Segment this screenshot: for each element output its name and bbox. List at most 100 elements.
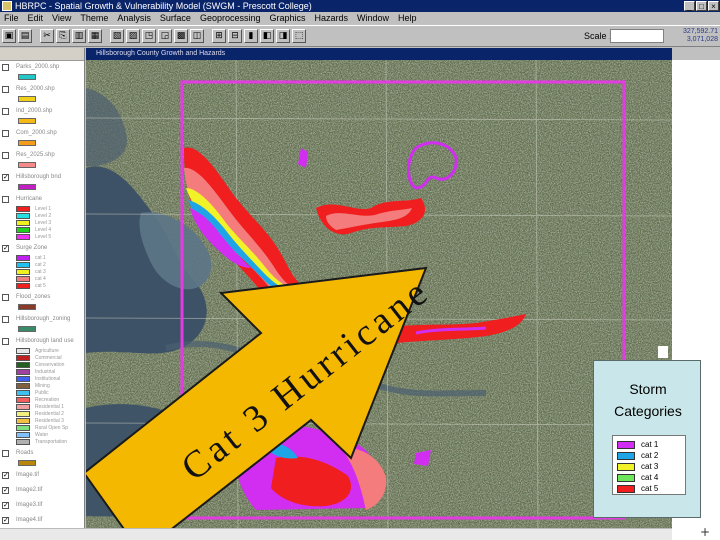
coordinate-readout: 327,592.71 3,071,028 — [676, 28, 718, 44]
storm-legend-title: Storm Categories — [594, 378, 702, 422]
layer-visibility-checkbox[interactable] — [2, 316, 9, 323]
menu-geoprocessing[interactable]: Geoprocessing — [200, 12, 261, 24]
minimize-button[interactable]: _ — [684, 1, 695, 11]
legend-swatch — [16, 227, 30, 233]
scroll-marker[interactable] — [658, 346, 668, 358]
layer-visibility-checkbox[interactable] — [2, 108, 9, 115]
layer-name: Image4.tif — [16, 517, 43, 523]
toolbar-button-8[interactable]: ▨ — [126, 29, 140, 43]
legend-swatch — [16, 369, 30, 375]
layer-swatch — [18, 140, 36, 146]
toolbar-buttons: ▣ ▤ ✂ ⎘ ▥ ▦ ▧ ▨ ◳ ◲ ▩ ◫ ⊞ ⊟ ▮ ◧ ◨ ⬚ — [2, 29, 308, 43]
layer-visibility-checkbox[interactable] — [2, 196, 9, 203]
menu-graphics[interactable]: Graphics — [270, 12, 306, 24]
toolbar-button-13[interactable]: ⊞ — [212, 29, 226, 43]
coord-y: 3,071,028 — [686, 36, 718, 43]
storm-swatch — [617, 474, 635, 482]
menu-view[interactable]: View — [52, 12, 71, 24]
legend-swatch — [16, 213, 30, 219]
legend-swatch — [16, 255, 30, 261]
layer-visibility-checkbox[interactable]: ✓ — [2, 245, 9, 252]
storm-swatch — [617, 452, 635, 460]
scale-input[interactable] — [610, 29, 664, 43]
toolbar-button-16[interactable]: ◧ — [260, 29, 274, 43]
layer-swatch — [18, 162, 36, 168]
map-view[interactable]: Cat 3 Hurricane — [86, 48, 672, 528]
menu-file[interactable]: File — [4, 12, 19, 24]
menu-hazards[interactable]: Hazards — [315, 12, 349, 24]
layer-visibility-checkbox[interactable]: ✓ — [2, 174, 9, 181]
toolbar-button-9[interactable]: ◳ — [142, 29, 156, 43]
storm-label: cat 4 — [641, 473, 659, 482]
toolbar-button-10[interactable]: ◲ — [158, 29, 172, 43]
toolbar-button-15[interactable]: ▮ — [244, 29, 258, 43]
layer-visibility-checkbox[interactable] — [2, 130, 9, 137]
menu-edit[interactable]: Edit — [28, 12, 44, 24]
legend-swatch — [16, 397, 30, 403]
storm-swatch — [617, 441, 635, 449]
coord-x: 327,592.71 — [682, 28, 718, 35]
layer-visibility-checkbox[interactable] — [2, 338, 9, 345]
toolbar-button-1[interactable]: ▣ — [2, 29, 16, 43]
plus-icon[interactable]: + — [700, 525, 710, 539]
legend-swatch — [16, 362, 30, 368]
toolbar-button-3[interactable]: ✂ — [40, 29, 54, 43]
storm-label: cat 1 — [641, 440, 659, 449]
layer-swatch — [18, 184, 36, 190]
menu-analysis[interactable]: Analysis — [117, 12, 151, 24]
status-strip — [0, 528, 672, 540]
toolbar-button-6[interactable]: ▦ — [88, 29, 102, 43]
title-bar: HBRPC - Spatial Growth & Vulnerability M… — [0, 0, 720, 12]
legend-label: Level 5 — [35, 234, 52, 240]
gis-application-window: HBRPC - Spatial Growth & Vulnerability M… — [0, 0, 720, 540]
layer-name: Flood_zones — [16, 294, 51, 300]
toolbar-button-7[interactable]: ▧ — [110, 29, 124, 43]
layer-visibility-checkbox[interactable] — [2, 152, 9, 159]
app-icon — [2, 1, 12, 11]
legend-swatch — [16, 276, 30, 282]
menu-theme[interactable]: Theme — [80, 12, 108, 24]
layer-swatch — [18, 326, 36, 332]
menu-window[interactable]: Window — [357, 12, 389, 24]
legend-label: Transportation — [35, 439, 68, 445]
toolbar-button-14[interactable]: ⊟ — [228, 29, 242, 43]
legend-swatch — [16, 432, 30, 438]
legend-swatch — [16, 411, 30, 417]
toolbar-button-4[interactable]: ⎘ — [56, 29, 70, 43]
close-button[interactable]: × — [708, 1, 719, 11]
layer-visibility-checkbox[interactable] — [2, 64, 9, 71]
layer-visibility-checkbox[interactable]: ✓ — [2, 472, 9, 479]
legend-swatch — [16, 425, 30, 431]
layer-name: Image2.tif — [16, 487, 43, 493]
legend-label: cat 5 — [35, 283, 46, 289]
layer-name: Surge Zone — [16, 245, 48, 251]
layer-visibility-checkbox[interactable] — [2, 450, 9, 457]
layer-visibility-checkbox[interactable] — [2, 86, 9, 93]
layer-name: Res_2025.shp — [16, 152, 55, 158]
storm-label: cat 5 — [641, 484, 659, 493]
layer-visibility-checkbox[interactable] — [2, 294, 9, 301]
toolbar-button-2[interactable]: ▤ — [18, 29, 32, 43]
table-of-contents: Parks_2000.shp Res_2000.shp Ind_2000.shp Co… — [0, 48, 85, 540]
map-canvas[interactable]: Cat 3 Hurricane — [86, 48, 672, 528]
legend-swatch — [16, 418, 30, 424]
layer-name: Image.tif — [16, 472, 40, 478]
maximize-button[interactable]: □ — [696, 1, 707, 11]
toolbar-button-18[interactable]: ⬚ — [292, 29, 306, 43]
layer-visibility-checkbox[interactable]: ✓ — [2, 487, 9, 494]
storm-title-line1: Storm — [629, 381, 667, 397]
layer-name: Com_2000.shp — [16, 130, 57, 136]
toolbar-button-5[interactable]: ▥ — [72, 29, 86, 43]
layer-name: Hillsborough land use — [16, 338, 74, 344]
layer-visibility-checkbox[interactable]: ✓ — [2, 517, 9, 524]
layer-swatch — [18, 460, 36, 466]
toolbar-button-11[interactable]: ▩ — [174, 29, 188, 43]
menu-surface[interactable]: Surface — [160, 12, 191, 24]
toc-header — [0, 48, 84, 61]
toolbar-button-17[interactable]: ◨ — [276, 29, 290, 43]
menu-help[interactable]: Help — [398, 12, 417, 24]
layer-name: Ind_2000.shp — [16, 108, 53, 114]
layer-visibility-checkbox[interactable]: ✓ — [2, 502, 9, 509]
menu-bar: File Edit View Theme Analysis Surface Geoproce… — [0, 12, 720, 24]
toolbar-button-12[interactable]: ◫ — [190, 29, 204, 43]
